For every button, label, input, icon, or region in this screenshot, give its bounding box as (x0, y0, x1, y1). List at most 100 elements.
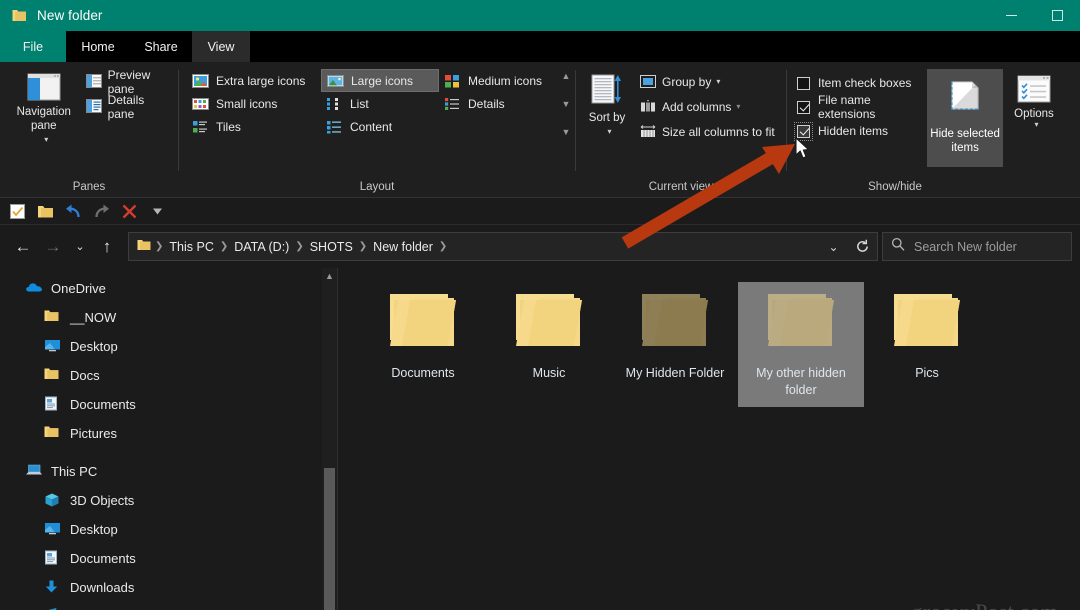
search-input[interactable]: Search New folder (882, 232, 1072, 261)
breadcrumb-item-this-pc[interactable]: This PC (164, 240, 218, 254)
chevron-down-icon[interactable]: ▾ (607, 125, 611, 139)
new-folder-icon[interactable] (33, 200, 58, 223)
sidebar-item-pictures[interactable]: Pictures (0, 419, 337, 448)
sidebar-item-desktop-pc[interactable]: Desktop (0, 515, 337, 544)
sidebar-item-music[interactable]: Music (0, 602, 337, 610)
layout-medium-icons[interactable]: Medium icons (439, 69, 557, 92)
sidebar-item-downloads[interactable]: Downloads (0, 573, 337, 602)
chevron-down-icon[interactable]: ▾ (716, 77, 720, 86)
layout-small-icons[interactable]: Small icons (187, 92, 321, 115)
breadcrumb-separator[interactable]: ❯ (294, 241, 304, 252)
preview-pane-button[interactable]: Preview pane (82, 68, 178, 96)
options-button[interactable]: Options ▾ (1014, 69, 1054, 129)
file-name-extensions-checkbox[interactable] (797, 100, 810, 114)
sidebar-item-this-pc[interactable]: This PC (0, 457, 337, 486)
customize-icon[interactable] (145, 200, 170, 223)
folder-icon (386, 290, 460, 352)
recent-locations-icon[interactable]: ⌄ (68, 232, 92, 262)
layout-details[interactable]: Details (439, 92, 557, 115)
scroll-down-icon[interactable]: ▼ (562, 100, 571, 109)
breadcrumb-separator[interactable]: ❯ (358, 241, 368, 252)
breadcrumb-item-data-d[interactable]: DATA (D:) (229, 240, 294, 254)
hide-selected-items-button[interactable]: Hide selected items (927, 69, 1003, 167)
chevron-down-icon[interactable]: ▾ (736, 102, 740, 111)
folder-icon (890, 290, 964, 352)
scroll-up-icon[interactable]: ▲ (322, 268, 337, 284)
breadcrumb-separator[interactable]: ❯ (154, 241, 164, 252)
current-view-group-label: Current view (648, 181, 714, 193)
up-arrow-icon[interactable]: ↑ (92, 232, 122, 262)
cloud-icon (25, 280, 42, 297)
minimize-icon[interactable] (988, 0, 1034, 31)
breadcrumb[interactable]: ❯ This PC ❯ DATA (D:) ❯ SHOTS ❯ New fold… (128, 232, 878, 261)
back-arrow-icon[interactable]: ← (8, 232, 38, 262)
hidden-items-checkbox[interactable] (794, 121, 813, 141)
folder-icon (44, 309, 61, 326)
maximize-icon[interactable] (1034, 0, 1080, 31)
chevron-down-icon[interactable]: ▾ (44, 133, 48, 147)
panes-group-label: Panes (72, 181, 106, 193)
tab-share[interactable]: Share (130, 31, 192, 62)
file-name: Music (532, 366, 566, 380)
breadcrumb-separator[interactable]: ❯ (438, 241, 448, 252)
sidebar-item-docs[interactable]: Docs (0, 361, 337, 390)
sidebar-item-desktop-onedrive[interactable]: Desktop (0, 332, 337, 361)
chevron-down-icon[interactable]: ▾ (1034, 120, 1038, 129)
scroll-up-icon[interactable]: ▲ (562, 72, 571, 81)
item-check-boxes-label: Item check boxes (818, 76, 912, 90)
sidebar-label: Documents (70, 397, 136, 412)
layout-tiles[interactable]: Tiles (187, 115, 321, 138)
navigation-pane: OneDrive __NOW Desktop Docs Documents Pi… (0, 268, 337, 610)
address-dropdown-icon[interactable]: ⌄ (819, 233, 848, 260)
item-check-boxes-row[interactable]: Item check boxes (797, 71, 921, 95)
medium-icons-icon (444, 73, 461, 89)
layout-option-label: Small icons (216, 96, 278, 111)
sidebar-item-documents-onedrive[interactable]: Documents (0, 390, 337, 419)
details-pane-label: Details pane (107, 92, 145, 121)
scrollbar-thumb[interactable] (324, 468, 335, 610)
sidebar-item-onedrive[interactable]: OneDrive (0, 274, 337, 303)
sidebar-item-3d-objects[interactable]: 3D Objects (0, 486, 337, 515)
list-item[interactable]: Documents (360, 282, 486, 407)
layout-scroll-spinner[interactable]: ▲ ▼ ▼ (557, 69, 575, 139)
list-item[interactable]: My other hidden folder (738, 282, 864, 407)
folder-icon (512, 290, 586, 352)
breadcrumb-item-shots[interactable]: SHOTS (305, 240, 358, 254)
list-item[interactable]: Music (486, 282, 612, 407)
group-by-button[interactable]: Group by ▾ (636, 71, 779, 92)
size-all-columns-button[interactable]: Size all columns to fit (636, 121, 779, 142)
list-item[interactable]: Pics (864, 282, 990, 407)
forward-arrow-icon[interactable]: → (38, 232, 68, 262)
layout-content[interactable]: Content (321, 115, 439, 138)
navigation-pane-button[interactable]: Navigation pane ▾ (10, 69, 78, 147)
tab-home[interactable]: Home (66, 31, 130, 62)
list-item[interactable]: My Hidden Folder (612, 282, 738, 407)
navigation-scrollbar[interactable]: ▲ (322, 268, 337, 610)
sort-by-button[interactable]: Sort by ▾ (584, 69, 630, 139)
add-columns-button[interactable]: Add columns ▾ (636, 96, 779, 117)
tab-view[interactable]: View (192, 31, 250, 62)
navigation-pane-label: Navigation pane (16, 106, 71, 132)
layout-extra-large-icons[interactable]: Extra large icons (187, 69, 321, 92)
tab-file[interactable]: File (0, 31, 66, 62)
layout-large-icons[interactable]: Large icons (321, 69, 439, 92)
delete-icon[interactable] (117, 200, 142, 223)
details-pane-button[interactable]: Details pane (82, 93, 178, 121)
layout-list[interactable]: List (321, 92, 439, 115)
expand-gallery-icon[interactable]: ▼ (562, 128, 571, 137)
sidebar-item-now[interactable]: __NOW (0, 303, 337, 332)
file-name-extensions-row[interactable]: File name extensions (797, 93, 921, 121)
cube-icon (44, 492, 61, 509)
properties-icon[interactable] (5, 200, 30, 223)
breadcrumb-item-new-folder[interactable]: New folder (368, 240, 438, 254)
hidden-items-row[interactable]: Hidden items (794, 119, 921, 143)
sidebar-item-documents-pc[interactable]: Documents (0, 544, 337, 573)
sidebar-label: This PC (51, 464, 98, 479)
sidebar-label: Desktop (70, 339, 118, 354)
breadcrumb-separator[interactable]: ❯ (219, 241, 229, 252)
explorer-body: OneDrive __NOW Desktop Docs Documents Pi… (0, 268, 1080, 610)
undo-icon[interactable] (61, 200, 86, 223)
refresh-icon[interactable] (848, 233, 877, 260)
size-all-columns-label: Size all columns to fit (662, 124, 775, 139)
item-check-boxes-checkbox[interactable] (797, 76, 810, 90)
